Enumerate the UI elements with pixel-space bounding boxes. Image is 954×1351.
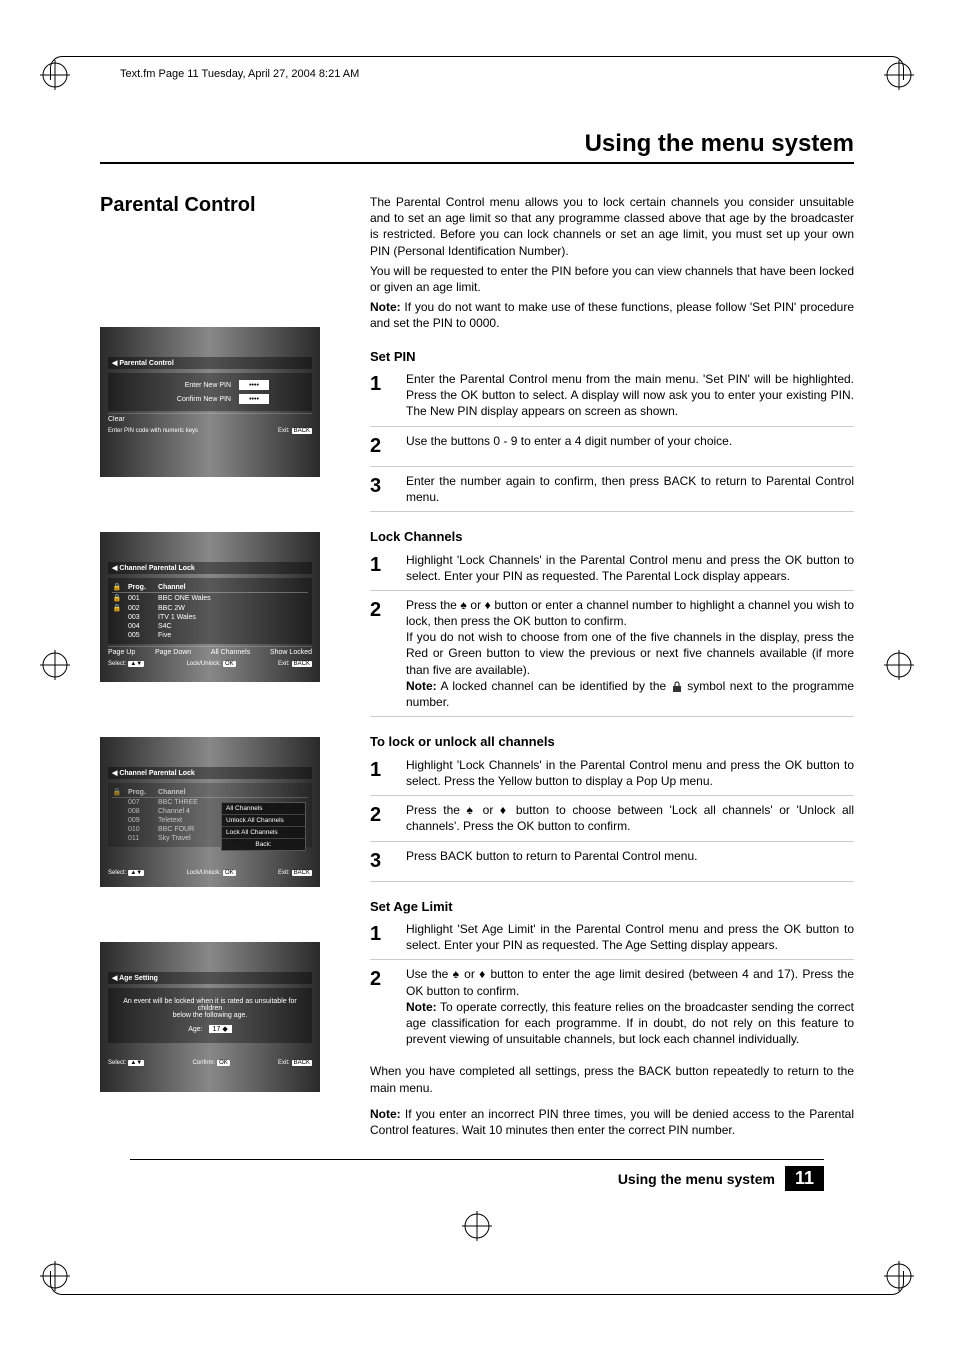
subhead-set-pin: Set PIN [370, 348, 854, 366]
page-footer: Using the menu system 11 [130, 1159, 824, 1191]
header-meta: Text.fm Page 11 Tuesday, April 27, 2004 … [120, 68, 359, 80]
screenshot-lock-all: ◀ Channel Parental Lock 🔒 Prog. Channel … [100, 737, 320, 887]
shot4-title: ◀ Age Setting [108, 972, 312, 984]
screenshot-lock-channels: ◀ Channel Parental Lock 🔒 Prog. Channel … [100, 532, 320, 682]
step: 3Enter the number again to confirm, then… [370, 473, 854, 512]
crop-mark-icon [40, 60, 70, 90]
step: 3Press BACK button to return to Parental… [370, 848, 854, 882]
channel-row: 004S4C [112, 622, 308, 631]
popup-menu: All Channels Unlock All Channels Lock Al… [221, 802, 306, 851]
confirm-pin-label: Confirm New PIN [151, 396, 231, 403]
intro-p2: You will be requested to enter the PIN b… [370, 263, 854, 295]
crop-mark-icon [884, 60, 914, 90]
clear-label: Clear [108, 416, 125, 423]
enter-pin-box: •••• [239, 380, 269, 390]
step: 2Press the ♠ or ♦ button to choose betwe… [370, 802, 854, 841]
screenshot-age-setting: ◀ Age Setting An event will be locked wh… [100, 942, 320, 1092]
shot1-title: ◀ Parental Control [108, 357, 312, 369]
footer-label: Using the menu system [618, 1171, 775, 1187]
final-note: Note: If you enter an incorrect PIN thre… [370, 1106, 854, 1138]
step: 2 Press the ♠ or ♦ button or enter a cha… [370, 597, 854, 717]
crop-mark-icon [40, 650, 70, 680]
intro-note: Note: If you do not want to make use of … [370, 299, 854, 331]
step: 1Enter the Parental Control menu from th… [370, 371, 854, 427]
step: 2 Use the ♠ or ♦ button to enter the age… [370, 966, 854, 1053]
channel-row: 003ITV 1 Wales [112, 613, 308, 622]
step: 2Use the buttons 0 - 9 to enter a 4 digi… [370, 433, 854, 467]
content: Using the menu system Parental Control ◀… [100, 130, 854, 1147]
back-tag: BACK [292, 428, 312, 434]
confirm-pin-box: •••• [239, 394, 269, 404]
intro-p1: The Parental Control menu allows you to … [370, 194, 854, 259]
page-title: Using the menu system [100, 130, 854, 164]
left-column: Parental Control ◀ Parental Control Ente… [100, 194, 350, 1147]
subhead-lock-channels: Lock Channels [370, 528, 854, 546]
shot3-title: ◀ Channel Parental Lock [108, 767, 312, 779]
crop-mark-icon [462, 1211, 492, 1241]
section-heading: Parental Control [100, 194, 350, 217]
pin-hint: Enter PIN code with numeric keys [108, 428, 198, 434]
crop-mark-icon [884, 1261, 914, 1291]
step: 1Highlight 'Lock Channels' in the Parent… [370, 552, 854, 591]
step: 1Highlight 'Set Age Limit' in the Parent… [370, 921, 854, 960]
page: Text.fm Page 11 Tuesday, April 27, 2004 … [0, 0, 954, 1351]
right-column: The Parental Control menu allows you to … [370, 194, 854, 1147]
bottom-crop-rule [50, 1271, 904, 1295]
body-columns: Parental Control ◀ Parental Control Ente… [100, 194, 854, 1147]
screenshot-set-pin: ◀ Parental Control Enter New PIN •••• Co… [100, 327, 320, 477]
crop-mark-icon [40, 1261, 70, 1291]
shot2-title: ◀ Channel Parental Lock [108, 562, 312, 574]
channel-row: 🔒002BBC 2W [112, 603, 308, 613]
step: 1Highlight 'Lock Channels' in the Parent… [370, 757, 854, 796]
crop-mark-icon [884, 650, 914, 680]
channel-row: 🔒001BBC ONE Wales [112, 593, 308, 603]
channel-row: 005Five [112, 631, 308, 640]
subhead-set-age: Set Age Limit [370, 898, 854, 916]
lock-icon [671, 681, 683, 693]
closing: When you have completed all settings, pr… [370, 1063, 854, 1095]
subhead-lock-all: To lock or unlock all channels [370, 733, 854, 751]
enter-pin-label: Enter New PIN [151, 382, 231, 389]
shot1-body: Enter New PIN •••• Confirm New PIN •••• [108, 373, 312, 411]
page-number: 11 [785, 1166, 824, 1191]
